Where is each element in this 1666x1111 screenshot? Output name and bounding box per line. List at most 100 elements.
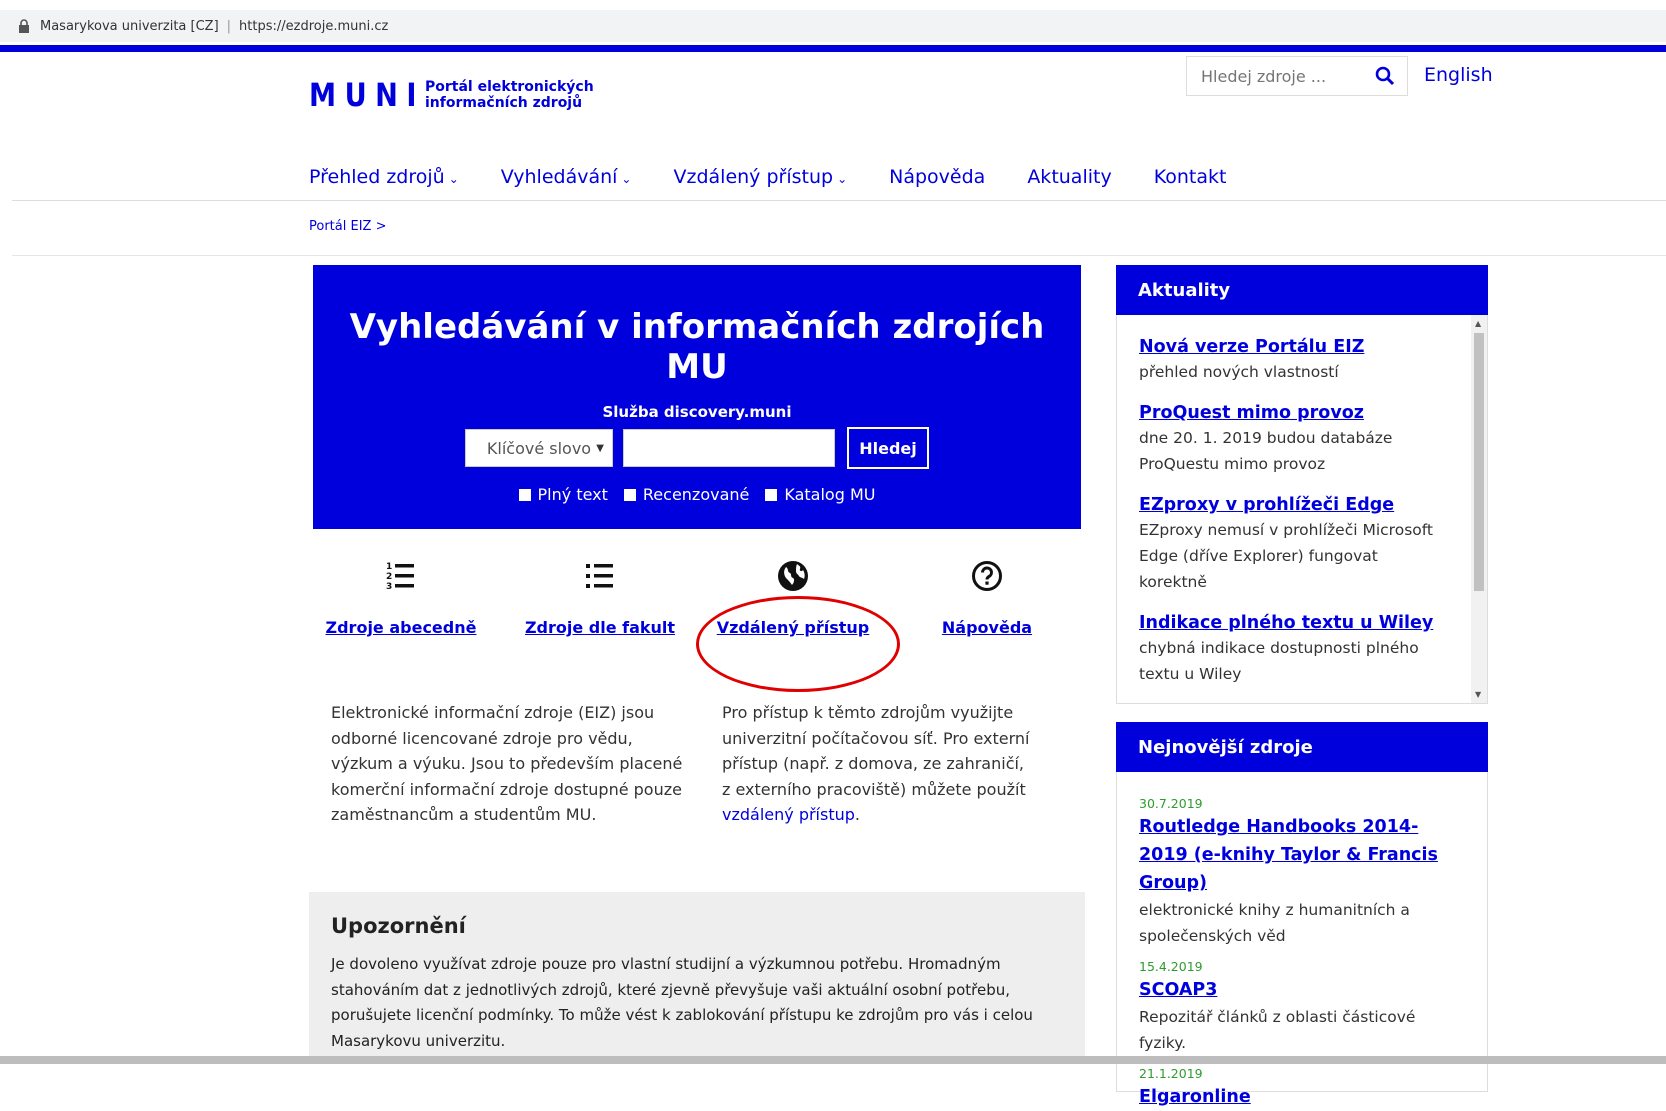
newest-resources-list: 30.7.2019 Routledge Handbooks 2014-2019 … [1116,772,1488,1107]
news-item-link[interactable]: Indikace plného textu u Wiley [1139,613,1433,633]
nav-item-vzdaleny-pristup[interactable]: Vzdálený přístup ⌄ [673,166,847,188]
svg-text:2: 2 [386,572,392,582]
nav-item-aktuality[interactable]: Aktuality [1027,166,1111,188]
svg-text:3: 3 [386,582,392,592]
discovery-search-form: Klíčové slovo ▼ Hledej [313,427,1081,469]
numbered-list-icon: 1 2 3 [386,562,414,592]
address-bar[interactable]: Masarykova univerzita [CZ] | https://ezd… [0,10,1666,42]
search-field-select[interactable]: Klíčové slovo ▼ [465,429,613,467]
filter-peer-reviewed[interactable]: Recenzované [623,485,750,504]
nav-item-label: Vyhledávání [500,166,618,188]
breadcrumb-divider [12,255,1666,256]
warning-line: porušujete licenční podmínky. To může vé… [331,1006,1033,1024]
intro-text-right: Pro přístup k těmto zdrojům využijte uni… [722,700,1029,828]
nav-item-label: Přehled zdrojů [309,166,445,188]
language-switch-link[interactable]: English [1424,64,1493,86]
nav-item-label: Nápověda [889,166,986,188]
checkbox[interactable] [623,488,636,501]
quick-link-label[interactable]: Zdroje dle fakult [500,618,700,637]
dropdown-arrow-icon: ▼ [596,442,604,454]
top-brand-stripe [0,45,1666,52]
horizontal-scrollbar[interactable] [0,1056,1666,1064]
resource-link[interactable]: Elgaronline [1139,1087,1251,1107]
main-nav: Přehled zdrojů ⌄ Vyhledávání ⌄ Vzdálený př… [309,166,1268,188]
nav-item-prehled-zdroju[interactable]: Přehled zdrojů ⌄ [309,166,459,188]
chevron-down-icon: ⌄ [621,172,632,186]
search-field-select-value: Klíčové slovo [486,438,592,458]
bullet-list-icon [586,564,613,588]
resource-link[interactable]: SCOAP3 [1139,980,1217,1000]
nav-divider [12,200,1666,201]
checkbox-label: Plný text [537,485,608,504]
news-panel-title: Aktuality [1116,265,1488,315]
intro-line: univerzitní počítačovou síť. Pro externí [722,728,1030,748]
intro-line: přístup (např. z domova, ze zahraničí, [722,754,1025,773]
resource-link[interactable]: Routledge Handbooks 2014-2019 (e-knihy T… [1139,817,1438,893]
nav-item-vyhledavani[interactable]: Vyhledávání ⌄ [501,166,632,188]
news-panel: Aktuality Nová verze Portálu EIZ přehled… [1116,265,1488,704]
breadcrumb[interactable]: Portál EIZ > [309,219,386,234]
checkbox-label: Recenzované [642,485,750,504]
news-item-desc: dne 20. 1. 2019 budou databáze [1139,429,1393,447]
chevron-down-icon: ⌄ [837,172,848,186]
intro-line: komerční informační zdroje dostupné pouz… [331,779,682,799]
discovery-search-button[interactable]: Hledej [847,427,929,469]
news-item-link[interactable]: EZproxy v prohlížeči Edge [1139,495,1394,515]
nav-item-label: Kontakt [1153,166,1227,188]
news-item-desc: EZproxy nemusí v prohlížeči Microsoft [1139,521,1434,539]
intro-line: zaměstnancům a studentům MU. [331,805,597,824]
nav-item-label: Aktuality [1027,166,1112,188]
globe-icon [778,561,808,591]
logo-title-line1: Portál elektronických [425,79,594,95]
warning-text: Je dovoleno využívat zdroje pouze pro vl… [331,952,1063,1054]
nav-item-kontakt[interactable]: Kontakt [1154,166,1227,188]
warning-line: Masarykovu univerzitu. [331,1031,506,1050]
scroll-down-icon[interactable]: ▼ [1475,690,1481,699]
resource-search-input[interactable] [1201,66,1371,86]
logo-title-line2: informačních zdrojů [425,95,583,111]
resource-desc: elektronické knihy z humanitních a spole… [1139,901,1410,945]
news-item: Indikace plného textu u Wiley chybná ind… [1139,613,1447,687]
news-item-desc: textu u Wiley [1139,665,1242,683]
remote-access-link[interactable]: vzdálený přístup [722,805,855,824]
search-icon[interactable] [1375,66,1395,86]
site-logo[interactable]: MUNI Portál elektronických informačních … [309,76,594,114]
news-item-desc: ProQuestu mimo provoz [1139,455,1326,473]
discovery-search-panel: Vyhledávání v informačních zdrojích MU S… [313,265,1081,529]
intro-period: . [854,805,860,824]
news-item: ProQuest mimo provoz dne 20. 1. 2019 bud… [1139,403,1447,477]
intro-line: odborné licencované zdroje pro vědu, [331,728,633,748]
quick-link-label[interactable]: Nápověda [887,618,1087,637]
checkbox[interactable] [765,488,778,501]
filter-full-text[interactable]: Plný text [518,485,608,504]
news-item-link[interactable]: ProQuest mimo provoz [1139,403,1364,423]
scrollbar-thumb[interactable] [1474,333,1484,591]
quick-link-label[interactable]: Zdroje abecedně [301,618,501,637]
newest-resources-panel: Nejnovější zdroje 30.7.2019 Routledge Ha… [1116,722,1488,1107]
scroll-up-icon[interactable]: ▲ [1475,319,1481,328]
filter-catalog-mu[interactable]: Katalog MU [765,485,875,504]
news-item-desc: chybná indikace dostupnosti plného [1139,639,1419,657]
hero-title: Vyhledávání v informačních zdrojích MU [349,307,1045,387]
news-scrollbar[interactable]: ▲ ▼ [1471,315,1487,703]
resource-search [1186,56,1408,96]
lock-icon [19,19,29,33]
intro-line: výzkum a výuku. Jsou to především placen… [331,754,683,773]
news-list[interactable]: Nová verze Portálu EIZ přehled nových vl… [1116,315,1488,704]
news-item-desc: přehled nových vlastností [1139,363,1339,381]
news-item-link[interactable]: Nová verze Portálu EIZ [1139,337,1364,357]
nav-item-label: Vzdálený přístup [673,166,834,188]
warning-title: Upozornění [331,914,466,938]
discovery-search-input[interactable] [623,429,835,467]
news-item: Nová verze Portálu EIZ přehled nových vl… [1139,337,1447,385]
news-item-desc: Edge (dříve Explorer) fungovat korektně [1139,547,1378,591]
checkbox[interactable] [518,488,531,501]
quick-link-alphabetical: 1 2 3 Zdroje abecedně [301,560,501,637]
logo-mark: MUNI [309,76,426,114]
nav-item-napoveda[interactable]: Nápověda [889,166,985,188]
warning-line: Je dovoleno využívat zdroje pouze pro vl… [331,955,1001,973]
site-identity: Masarykova univerzita [CZ] [40,18,219,34]
url-text[interactable]: https://ezdroje.muni.cz [239,19,388,34]
warning-line: stahováním dat z jednotlivých zdrojů, kt… [331,980,1010,999]
resource-date: 15.4.2019 [1139,959,1203,974]
